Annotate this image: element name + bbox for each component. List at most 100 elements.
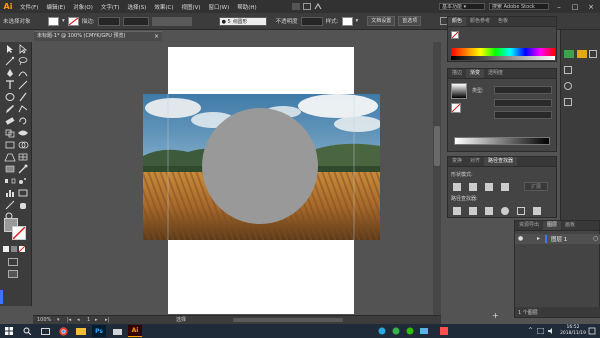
appearance-icon[interactable] xyxy=(564,82,572,90)
chrome-icon[interactable] xyxy=(56,325,70,337)
workspace-switcher[interactable]: 基本功能 ▾ xyxy=(439,3,485,10)
tray-chevron-icon[interactable]: ^ xyxy=(528,328,534,334)
gradient-preview-swatch[interactable] xyxy=(451,83,467,99)
symbols-icon[interactable] xyxy=(564,66,572,74)
menu-view[interactable]: 视图(V) xyxy=(177,3,204,11)
scale-icon[interactable] xyxy=(4,128,16,138)
store-icon[interactable] xyxy=(110,325,124,337)
selection-icon[interactable] xyxy=(4,44,16,54)
maximize-icon[interactable]: □ xyxy=(569,2,581,12)
shape-builder-icon[interactable] xyxy=(17,140,29,150)
volume-icon[interactable] xyxy=(548,328,555,334)
photoshop-icon[interactable]: Ps xyxy=(92,325,106,337)
menu-type[interactable]: 文字(T) xyxy=(97,3,124,11)
gpu-icon[interactable] xyxy=(314,3,322,10)
tab-swatches[interactable]: 色板 xyxy=(494,17,512,26)
layer-row[interactable]: ● ▸ 图层 1 ○ xyxy=(515,234,600,244)
magic-wand-icon[interactable] xyxy=(4,56,16,66)
zoom-dropdown-icon[interactable]: ▾ xyxy=(57,316,60,324)
gradient-type-dropdown[interactable] xyxy=(494,86,552,94)
tray-app-icon-3[interactable] xyxy=(420,327,428,335)
close-icon[interactable]: × xyxy=(585,2,597,12)
exclude-icon[interactable] xyxy=(501,183,509,191)
gradient-icon[interactable] xyxy=(4,164,16,174)
file-explorer-icon[interactable] xyxy=(74,325,88,337)
gradient-slider[interactable] xyxy=(454,137,550,145)
merge-icon[interactable] xyxy=(485,207,493,215)
color-spectrum[interactable] xyxy=(451,48,555,56)
tab-color[interactable]: 颜色 xyxy=(448,17,467,26)
crop-icon[interactable] xyxy=(501,207,509,215)
menu-file[interactable]: 文件(F) xyxy=(16,3,42,11)
arrange-documents-icon[interactable] xyxy=(303,3,311,10)
wechat-icon[interactable] xyxy=(406,327,414,335)
pencil-icon[interactable] xyxy=(4,104,16,114)
windows-start-icon[interactable] xyxy=(2,325,16,337)
column-graph-icon[interactable] xyxy=(4,188,16,198)
stroke-profile-dropdown[interactable] xyxy=(151,16,192,26)
preferences-button[interactable]: 首选项 xyxy=(398,16,422,26)
task-view-icon[interactable] xyxy=(38,325,52,337)
menu-select[interactable]: 选择(S) xyxy=(124,3,151,11)
canvas[interactable] xyxy=(33,42,441,315)
graphic-styles-icon[interactable] xyxy=(564,98,572,106)
pen-icon[interactable] xyxy=(4,68,16,78)
add-panel-icon[interactable]: + xyxy=(492,312,500,320)
graphic-style-swatch[interactable] xyxy=(341,16,353,26)
symbol-sprayer-icon[interactable] xyxy=(17,176,29,186)
visibility-eye-icon[interactable]: ● xyxy=(518,235,523,242)
curvature-icon[interactable] xyxy=(17,68,29,78)
gradient-mode-icon[interactable] xyxy=(11,246,17,252)
perspective-icon[interactable] xyxy=(4,152,16,162)
mesh-icon[interactable] xyxy=(17,152,29,162)
fill-dropdown-icon[interactable]: ▾ xyxy=(62,18,65,24)
menu-help[interactable]: 帮助(H) xyxy=(233,3,260,11)
bridge-icon[interactable] xyxy=(292,3,300,10)
tray-app-icon-1[interactable] xyxy=(378,327,386,335)
opacity-label[interactable]: 不透明度 xyxy=(276,17,298,25)
search-icon[interactable] xyxy=(20,325,34,337)
hand-icon[interactable] xyxy=(17,200,29,210)
illustrator-icon[interactable]: Ai xyxy=(128,325,142,337)
layer-name[interactable]: 图层 1 xyxy=(551,235,567,243)
expand-layer-icon[interactable]: ▸ xyxy=(537,235,540,242)
zoom-level[interactable]: 100% xyxy=(37,316,51,324)
vertical-scrollbar[interactable] xyxy=(433,42,441,315)
stock-search-input[interactable]: 搜索 Adobe Stock xyxy=(489,3,549,10)
tray-app-icon-4[interactable] xyxy=(440,327,448,335)
fill-swatch[interactable] xyxy=(48,16,59,26)
free-transform-icon[interactable] xyxy=(4,140,16,150)
menu-window[interactable]: 窗口(W) xyxy=(205,3,234,11)
rotate-icon[interactable] xyxy=(17,116,29,126)
trim-icon[interactable] xyxy=(469,207,477,215)
libraries-icon[interactable] xyxy=(564,50,574,58)
draw-mode-icon[interactable] xyxy=(8,258,18,266)
vertical-scroll-thumb[interactable] xyxy=(434,126,440,166)
notifications-icon[interactable] xyxy=(588,327,596,335)
minus-back-icon[interactable] xyxy=(533,207,541,215)
blend-icon[interactable] xyxy=(4,176,16,186)
clock[interactable]: 16:52 2018/11/19 xyxy=(560,325,586,337)
prev-artboard-icon[interactable]: ◂ xyxy=(77,316,80,324)
slice-icon[interactable] xyxy=(4,200,16,210)
tab-gradient[interactable]: 渐变 xyxy=(466,69,485,78)
style-dropdown-icon[interactable]: ▾ xyxy=(356,18,359,24)
lasso-icon[interactable] xyxy=(17,56,29,66)
tab-pathfinder[interactable]: 路径查找器 xyxy=(484,157,518,166)
tab-layers[interactable]: 图层 xyxy=(543,221,562,230)
menu-edit[interactable]: 编辑(E) xyxy=(42,3,69,11)
outline-icon[interactable] xyxy=(517,207,525,215)
shaper-icon[interactable] xyxy=(17,104,29,114)
none-mode-icon[interactable] xyxy=(19,246,25,252)
brushes-icon[interactable] xyxy=(589,50,597,58)
stroke-swatch[interactable] xyxy=(67,16,79,26)
width-icon[interactable] xyxy=(17,128,29,138)
paintbrush-icon[interactable] xyxy=(17,92,29,102)
gray-circle[interactable] xyxy=(202,108,318,224)
eyedropper-icon[interactable] xyxy=(17,164,29,174)
brush-definition-dropdown[interactable]: ● 5 点圆形 xyxy=(218,16,267,26)
tab-color-guide[interactable]: 颜色参考 xyxy=(466,17,494,26)
network-icon[interactable] xyxy=(536,327,545,335)
first-artboard-icon[interactable]: |◂ xyxy=(67,316,71,324)
stroke-weight-input[interactable] xyxy=(97,16,120,26)
